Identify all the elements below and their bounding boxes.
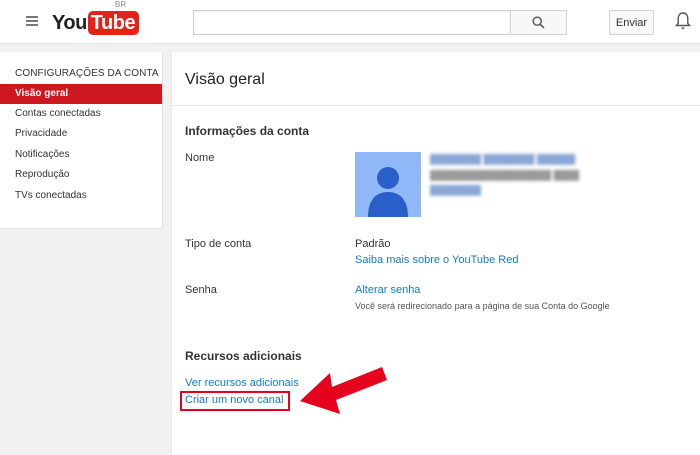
search-icon (532, 16, 545, 29)
default-avatar-icon (368, 167, 408, 217)
notifications-bell-icon[interactable] (675, 11, 691, 31)
menu-icon[interactable] (26, 16, 38, 26)
upload-button[interactable]: Enviar (609, 10, 654, 35)
search-bar (193, 10, 567, 35)
annotation-arrow-icon (297, 364, 388, 417)
search-input[interactable] (193, 10, 510, 35)
sidebar-item-connected-tvs[interactable]: TVs conectadas (0, 186, 162, 206)
search-button[interactable] (510, 10, 567, 35)
sidebar-item-overview[interactable]: Visão geral (0, 84, 162, 104)
profile-avatar[interactable] (355, 152, 421, 217)
password-label: Senha (185, 284, 217, 296)
youtube-red-link[interactable]: Saiba mais sobre o YouTube Red (355, 254, 518, 266)
additional-resources-heading: Recursos adicionais (185, 349, 302, 363)
name-label: Nome (185, 152, 215, 164)
settings-sidebar: CONFIGURAÇÕES DA CONTA Visão geral Conta… (0, 52, 163, 229)
sidebar-item-playback[interactable]: Reprodução (0, 165, 162, 185)
sidebar-item-notifications[interactable]: Notificações (0, 145, 162, 165)
blurred-edit-link: ████████ (430, 185, 482, 195)
sidebar-item-connected-accounts[interactable]: Contas conectadas (0, 104, 162, 124)
account-info-heading: Informações da conta (185, 124, 310, 138)
account-type-value: Padrão (355, 238, 391, 250)
youtube-logo[interactable]: You Tube (52, 11, 140, 35)
blurred-display-name: ████████ ████████ ██████ (430, 154, 576, 164)
page-title: Visão geral (185, 71, 265, 88)
title-divider (172, 105, 700, 106)
redirect-hint: Você será redirecionado para a página de… (355, 301, 610, 311)
change-password-link[interactable]: Alterar senha (355, 284, 420, 296)
logo-tube-text: Tube (87, 11, 140, 35)
top-bar: You Tube BR Enviar (0, 0, 700, 44)
view-additional-features-link[interactable]: Ver recursos adicionais (185, 377, 299, 389)
blurred-email: ███████████████████ ████ (430, 170, 580, 180)
logo-you-text: You (52, 11, 87, 34)
annotation-highlight-box (180, 391, 290, 411)
sidebar-heading: CONFIGURAÇÕES DA CONTA (15, 68, 159, 79)
sidebar-item-privacy[interactable]: Privacidade (0, 124, 162, 144)
account-type-label: Tipo de conta (185, 238, 252, 250)
region-label: BR (115, 0, 127, 9)
